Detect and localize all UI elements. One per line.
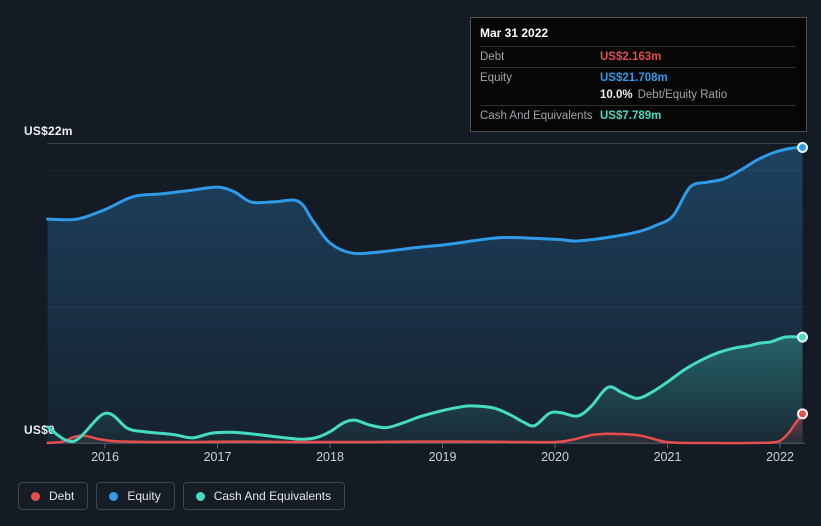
x-axis-label-2022: 2022	[766, 450, 794, 464]
chart-tooltip: Mar 31 2022 Debt US$2.163m Equity US$21.…	[470, 17, 807, 132]
tooltip-ratio-row: 10.0% Debt/Equity Ratio	[480, 88, 796, 105]
tooltip-date: Mar 31 2022	[480, 26, 549, 40]
tooltip-row-cash: Cash And Equivalents US$7.789m	[480, 105, 796, 126]
cash-color-dot-icon	[195, 491, 205, 501]
equity-end-dot[interactable]	[797, 141, 808, 153]
tooltip-cash-label: Cash And Equivalents	[480, 110, 593, 122]
x-axis-label-2020: 2020	[541, 450, 569, 464]
debt-color-dot-icon	[31, 491, 40, 501]
legend-debt-label: Debt	[49, 489, 75, 503]
debt-equity-history-panel: US$22m US$0 2016 2017 2018 2019 2020 2021 2022…	[0, 0, 821, 526]
chart-legend: Debt Equity Cash And Equivalents	[18, 482, 346, 510]
tooltip-cash-value: US$7.789m	[600, 110, 662, 122]
tooltip-debt-label: Debt	[480, 51, 505, 63]
cash-end-dot[interactable]	[797, 331, 808, 343]
legend-cash-label: Cash And Equivalents	[213, 489, 332, 503]
tooltip-equity-value: US$21.708m	[600, 72, 668, 84]
tooltip-debt-value: US$2.163m	[600, 51, 662, 63]
tooltip-row-debt: Debt US$2.163m	[480, 46, 796, 67]
x-axis-label-2019: 2019	[429, 450, 457, 464]
legend-equity-label: Equity	[127, 489, 161, 503]
tooltip-row-equity: Equity US$21.708m	[480, 67, 796, 88]
equity-color-dot-icon	[109, 491, 119, 501]
legend-item-debt[interactable]: Debt	[18, 482, 89, 510]
legend-item-equity[interactable]: Equity	[96, 482, 175, 510]
legend-item-cash[interactable]: Cash And Equivalents	[182, 482, 346, 510]
x-axis-label-2017: 2017	[204, 450, 232, 464]
x-axis-label-2021: 2021	[654, 450, 682, 464]
tooltip-ratio-label: Debt/Equity Ratio	[637, 89, 728, 101]
debt-end-dot[interactable]	[797, 408, 808, 420]
tooltip-ratio-value: 10.0%	[600, 89, 633, 101]
tooltip-equity-label: Equity	[480, 72, 512, 84]
x-axis-label-2018: 2018	[316, 450, 344, 464]
x-axis-label-2016: 2016	[91, 450, 119, 464]
